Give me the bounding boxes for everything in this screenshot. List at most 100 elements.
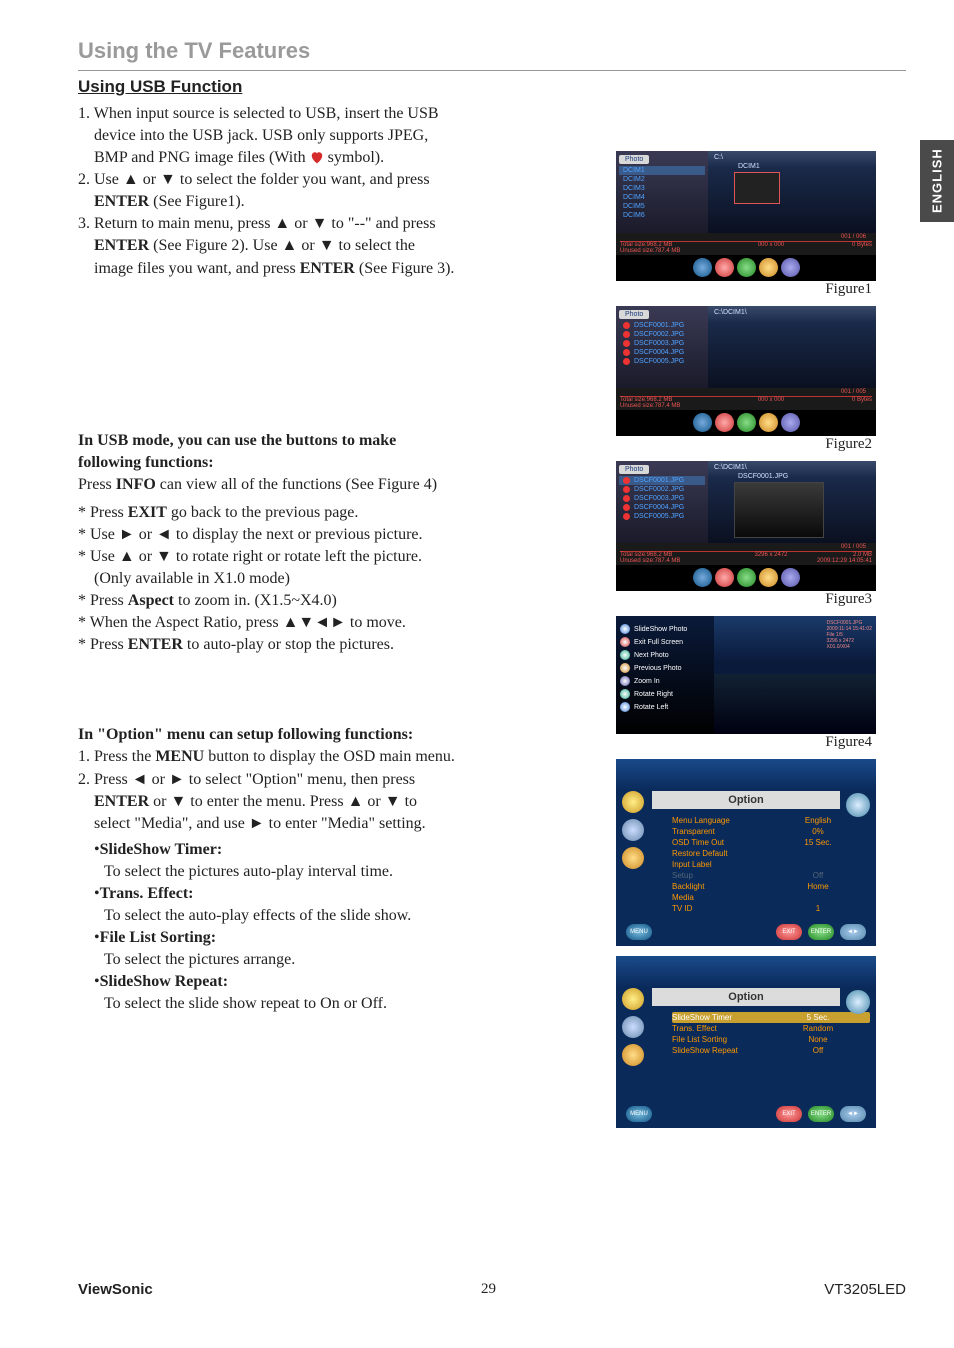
nav-button-icon: ◄►: [840, 924, 866, 940]
step1-line3-pre: BMP and PNG image files (With: [94, 149, 310, 166]
info-menu-item: Previous Photo: [620, 663, 710, 673]
fig1-sel: DCIM1: [714, 161, 870, 170]
option-row: SlideShow Timer5 Sec.: [672, 1012, 870, 1023]
usb-buttons-heading-a: In USB mode, you can use the buttons to …: [78, 430, 598, 452]
section-usb-heading: Using USB Function: [78, 77, 906, 97]
fig3-crumb: C:\DCIM1\: [714, 464, 870, 471]
nav-icon: [715, 568, 734, 587]
s4bold: Aspect: [128, 592, 174, 609]
fig3-page: 001 / 005: [708, 544, 872, 550]
o2c: select "Media", and use ► to enter "Medi…: [78, 813, 598, 835]
footer-page: 29: [481, 1281, 496, 1298]
step1-line1: When input source is selected to USB, in…: [94, 105, 439, 122]
info-menu-item: Rotate Left: [620, 702, 710, 712]
nav-button-icon: ◄►: [840, 1106, 866, 1122]
info-line-b: can view all of the functions (See Figur…: [156, 476, 437, 493]
s6a: Press: [90, 636, 128, 653]
file-list-item: DSCF0005.JPG: [619, 357, 705, 366]
info-line-bold: INFO: [116, 476, 156, 493]
option-row: Trans. EffectRandom: [672, 1023, 864, 1034]
usb-steps: 1. When input source is selected to USB,…: [78, 103, 598, 280]
file-list-item: DCIM1: [619, 166, 705, 175]
opt2d: To select the auto-play effects of the s…: [78, 905, 598, 927]
file-list-item: DCIM3: [619, 184, 705, 193]
option-menu-2: Option SlideShow Timer5 Sec.Trans. Effec…: [616, 956, 876, 1128]
s5: When the Aspect Ratio, press ▲▼◄► to mov…: [90, 614, 406, 631]
step3-enter2: ENTER: [300, 260, 355, 277]
fig1-bytes: 0 Bytes: [812, 242, 872, 254]
heart-icon: [310, 149, 324, 162]
file-list-item: DSCF0001.JPG: [619, 476, 705, 485]
s1bold: EXIT: [128, 504, 167, 521]
file-list-item: DCIM4: [619, 193, 705, 202]
step3-line3a: image files you want, and press: [94, 260, 300, 277]
fig3-caption: Figure3: [825, 591, 876, 608]
page-footer: ViewSonic 29 VT3205LED: [78, 1281, 906, 1298]
o2bold: ENTER: [94, 793, 149, 810]
nav-icon: [715, 258, 734, 277]
file-list-item: DSCF0001.JPG: [619, 321, 705, 330]
fig2-unused: Unused size:787.4 MB: [620, 403, 680, 409]
step1-line3-post: symbol).: [324, 149, 384, 166]
footer-model: VT3205LED: [824, 1281, 906, 1298]
o1b: button to display the OSD main menu.: [204, 748, 455, 765]
menu-button-icon: MENU: [626, 924, 652, 940]
option-row: File List SortingNone: [672, 1034, 864, 1045]
nav-icon: [781, 568, 800, 587]
fig3-sel: DSCF0001.JPG: [714, 471, 870, 480]
fig3-date: 2009:12:29 14:05:41: [817, 558, 872, 564]
option-row: OSD Time Out15 Sec.: [672, 837, 864, 848]
s2: Use ► or ◄ to display the next or previo…: [90, 526, 423, 543]
step3-line2: (See Figure 2). Use ▲ or ▼ to select the: [149, 237, 415, 254]
nav-icon: [759, 258, 778, 277]
fig2-caption: Figure2: [825, 436, 876, 453]
nav-icon: [693, 258, 712, 277]
figure2: Photo DSCF0001.JPGDSCF0002.JPGDSCF0003.J…: [616, 306, 876, 453]
nav-icon: [737, 258, 756, 277]
fig1-tab: Photo: [619, 155, 649, 164]
fig2-tab: Photo: [619, 310, 649, 319]
opt3d: To select the pictures arrange.: [78, 949, 598, 971]
opt1t: SlideShow Timer:: [100, 841, 223, 858]
fig2-bytes: 0 Bytes: [812, 397, 872, 409]
opt4t: SlideShow Repeat:: [100, 973, 228, 990]
fig4-caption: Figure4: [825, 734, 876, 751]
info-menu-item: Next Photo: [620, 650, 710, 660]
fig1-caption: Figure1: [825, 281, 876, 298]
nav-icon: [759, 568, 778, 587]
option-row: SlideShow RepeatOff: [672, 1045, 864, 1056]
option-row: Restore Default: [672, 848, 864, 859]
file-list-item: DCIM2: [619, 175, 705, 184]
fig3-tab: Photo: [619, 465, 649, 474]
option-row: TV ID1: [672, 903, 864, 914]
s6b: to auto-play or stop the pictures.: [183, 636, 394, 653]
fig2-crumb: C:\DCIM1\: [714, 309, 870, 316]
option-row: Transparent0%: [672, 826, 864, 837]
s1b: go back to the previous page.: [167, 504, 359, 521]
o2rest: or ▼ to enter the menu. Press ▲ or ▼ to: [149, 793, 417, 810]
option-steps: 1. Press the MENU button to display the …: [78, 746, 598, 834]
s4b: to zoom in. (X1.5~X4.0): [174, 592, 337, 609]
s4a: Press: [90, 592, 128, 609]
nav-icon: [693, 568, 712, 587]
step3-line1: Return to main menu, press ▲ or ▼ to "--…: [94, 215, 436, 232]
file-list-item: DSCF0005.JPG: [619, 512, 705, 521]
step3-enter1: ENTER: [94, 237, 149, 254]
step2-enter: ENTER: [94, 193, 149, 210]
fig1-thumb: [734, 172, 780, 204]
step1-line2: device into the USB jack. USB only suppo…: [78, 125, 598, 147]
figure1: Photo DCIM1DCIM2DCIM3DCIM4DCIM5DCIM6 C:\…: [616, 151, 876, 298]
enter-button-icon: ENTER: [808, 1106, 834, 1122]
option-row: Input Label: [672, 859, 864, 870]
usb-buttons-heading-b: following functions:: [78, 452, 598, 474]
fig3-preview: [734, 482, 824, 538]
nav-icon: [715, 413, 734, 432]
file-list-item: DSCF0003.JPG: [619, 494, 705, 503]
file-list-item: DSCF0002.JPG: [619, 485, 705, 494]
fig1-crumb: C:\: [714, 154, 870, 161]
file-list-item: DCIM6: [619, 211, 705, 220]
s6bold: ENTER: [128, 636, 183, 653]
step2-line1: Use ▲ or ▼ to select the folder you want…: [94, 171, 430, 188]
option-heading: In "Option" menu can setup following fun…: [78, 724, 598, 746]
s3a: Use ▲ or ▼ to rotate right or rotate lef…: [90, 548, 422, 565]
